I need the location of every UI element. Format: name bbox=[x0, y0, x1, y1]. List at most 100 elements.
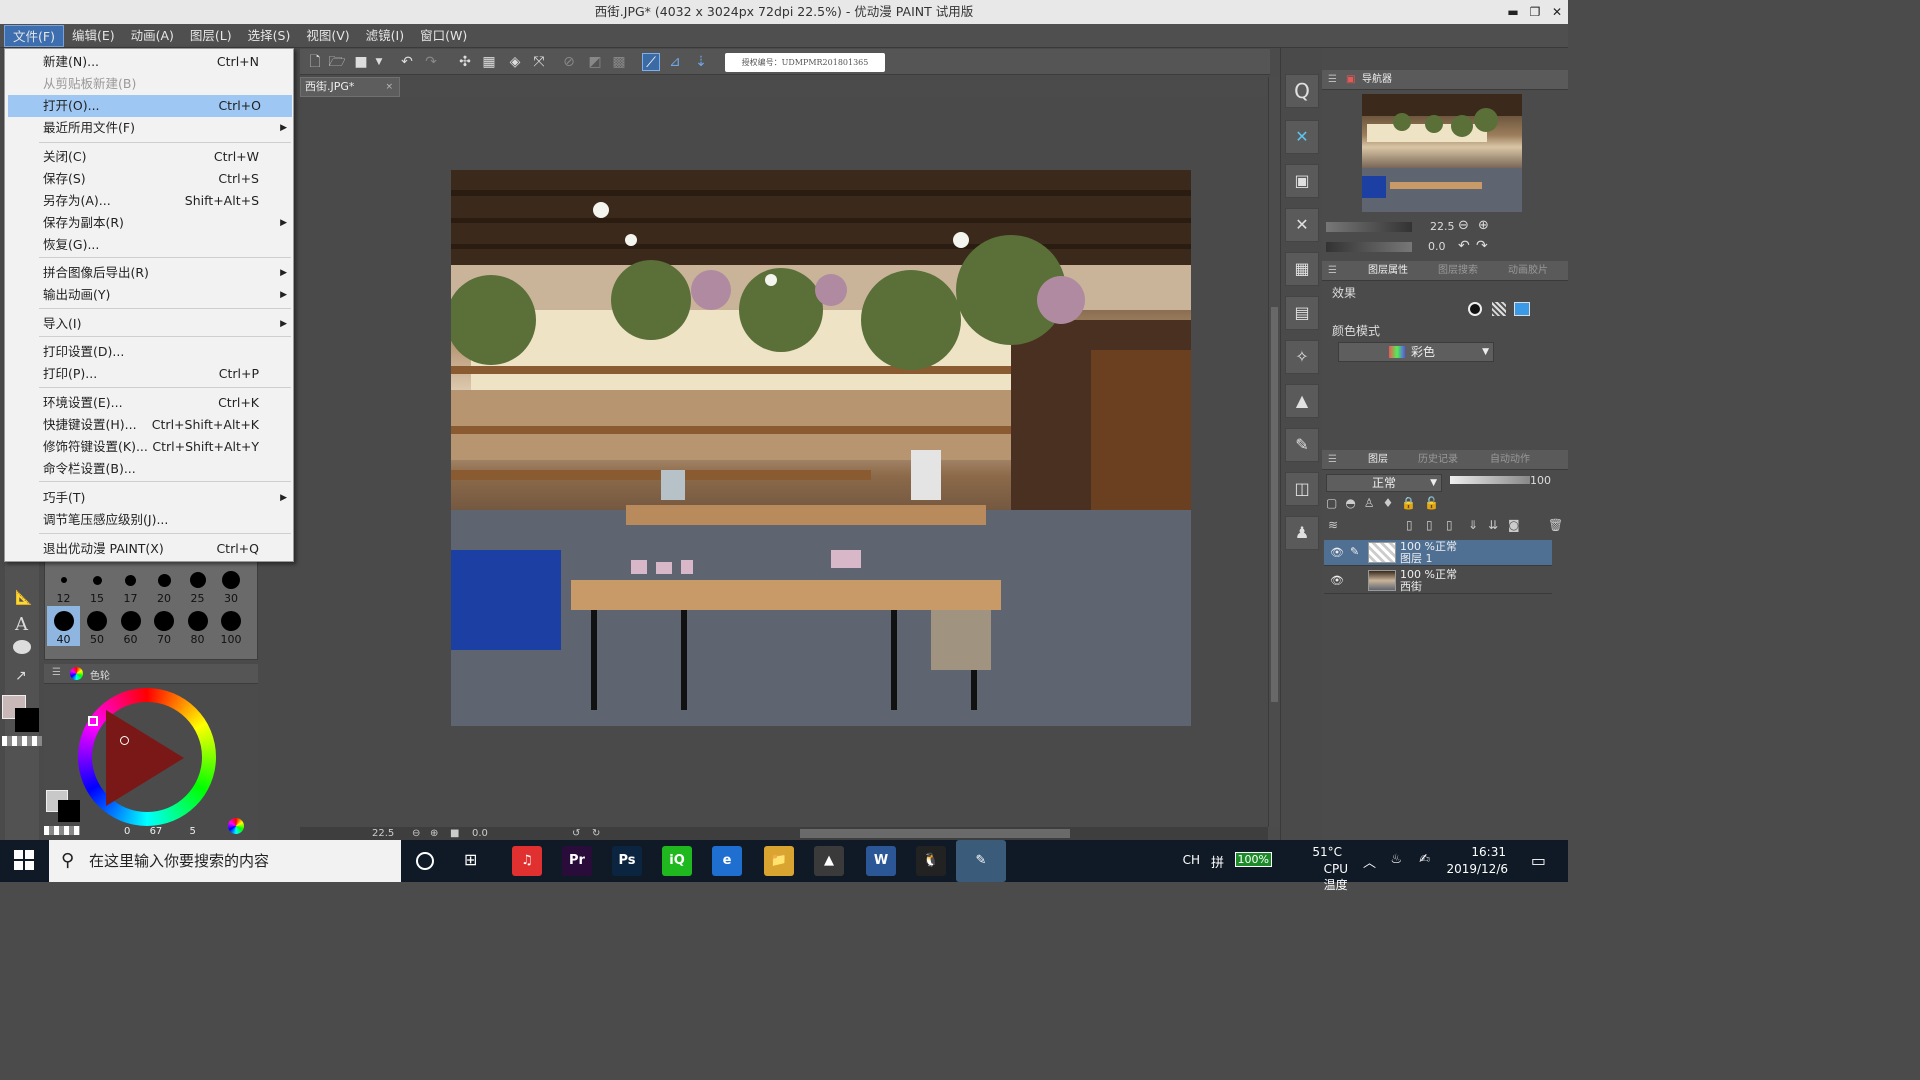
auto-action-tab[interactable]: 自动动作 bbox=[1490, 450, 1530, 470]
undo-icon[interactable]: ↶ bbox=[398, 53, 416, 71]
file-menu-item[interactable]: 命令栏设置(B)... bbox=[5, 458, 293, 480]
transparent-color-swatch[interactable] bbox=[2, 736, 42, 746]
material-icon-4[interactable]: ▤ bbox=[1285, 296, 1319, 330]
panel-menu-icon[interactable]: ☰ bbox=[1328, 70, 1337, 90]
material-icon-2[interactable]: ✕ bbox=[1285, 208, 1319, 242]
animation-cels-tab[interactable]: 动画胶片 bbox=[1508, 261, 1548, 281]
vertical-scroll-thumb[interactable] bbox=[1271, 307, 1278, 702]
eye-icon[interactable]: 👁 bbox=[1330, 546, 1344, 559]
layer-row[interactable]: 👁 100 %正常 西街 bbox=[1324, 568, 1552, 594]
material-icon-8[interactable]: ◫ bbox=[1285, 472, 1319, 506]
file-menu-item[interactable]: 打开(O)... Ctrl+O bbox=[8, 95, 292, 117]
document-tab[interactable]: 西街.JPG* × bbox=[300, 77, 400, 97]
file-menu-item[interactable]: 关闭(C) Ctrl+W bbox=[5, 146, 293, 168]
word-icon[interactable]: W bbox=[866, 846, 896, 876]
file-menu-item[interactable]: 退出优动漫 PAINT(X) Ctrl+Q bbox=[5, 538, 293, 560]
history-tab[interactable]: 历史记录 bbox=[1418, 450, 1458, 470]
navigator-tab[interactable]: 导航器 bbox=[1362, 70, 1392, 90]
file-menu-item[interactable]: 导入(I) ▶ bbox=[5, 313, 293, 335]
transform-icon[interactable]: ◈ bbox=[506, 53, 524, 71]
premiere-icon[interactable]: Pr bbox=[562, 846, 592, 876]
transparent-mini-swatch[interactable] bbox=[44, 826, 80, 835]
brush-size-preset[interactable]: 40 bbox=[47, 606, 80, 646]
blend-mode-select[interactable]: 正常 ▼ bbox=[1326, 474, 1442, 492]
brush-size-preset[interactable]: 30 bbox=[215, 565, 248, 605]
transfer-down-icon[interactable]: ⇓ bbox=[1468, 518, 1478, 532]
brush-size-preset[interactable]: 100 bbox=[215, 606, 248, 646]
menu-window[interactable]: 窗口(W) bbox=[412, 25, 475, 47]
maximize-button[interactable]: ❐ bbox=[1524, 1, 1546, 23]
show-selection-icon[interactable]: ▩ bbox=[610, 53, 628, 71]
layer-property-tab[interactable]: 图层属性 bbox=[1368, 261, 1408, 281]
menu-view[interactable]: 视图(V) bbox=[298, 25, 357, 47]
file-menu-item[interactable]: 保存(S) Ctrl+S bbox=[5, 168, 293, 190]
brush-size-preset[interactable]: 70 bbox=[148, 606, 181, 646]
qq-icon[interactable]: 🐧 bbox=[916, 846, 946, 876]
brush-size-preset[interactable]: 17 bbox=[114, 565, 147, 605]
file-menu-item[interactable]: 输出动画(Y) ▶ bbox=[5, 284, 293, 306]
canvas-image[interactable] bbox=[451, 170, 1191, 726]
color-mode-select[interactable]: 彩色 ▼ bbox=[1338, 342, 1494, 362]
snap-ruler-icon[interactable]: ⟋ bbox=[642, 53, 660, 71]
material-icon-7[interactable]: ✎ bbox=[1285, 428, 1319, 462]
tone-effect-icon[interactable] bbox=[1492, 302, 1506, 316]
start-button[interactable] bbox=[14, 850, 34, 870]
brush-size-preset[interactable]: 12 bbox=[47, 565, 80, 605]
material-icon-9[interactable]: ♟ bbox=[1285, 516, 1319, 550]
navigator-zoom-slider[interactable] bbox=[1326, 222, 1412, 232]
panel-menu-icon[interactable]: ☰ bbox=[52, 667, 61, 678]
new-vector-layer-icon[interactable]: ▯ bbox=[1426, 518, 1433, 532]
opacity-value[interactable]: 100 bbox=[1530, 474, 1551, 487]
menu-animation[interactable]: 动画(A) bbox=[123, 25, 182, 47]
eye-icon[interactable]: 👁 bbox=[1330, 574, 1344, 587]
canvas-vertical-scrollbar[interactable] bbox=[1268, 77, 1280, 827]
clock-date[interactable]: 2019/12/6 bbox=[1446, 862, 1508, 876]
fill-icon[interactable]: ▦ bbox=[480, 53, 498, 71]
panel-menu-icon[interactable]: ☰ bbox=[1328, 450, 1337, 470]
brush-size-preset[interactable]: 80 bbox=[181, 606, 214, 646]
mask-icon[interactable]: ◙ bbox=[1508, 518, 1520, 532]
deselect-icon[interactable]: ⊘ bbox=[560, 53, 578, 71]
chevron-up-icon[interactable]: ︿ bbox=[1363, 852, 1376, 871]
rotate-right-icon[interactable]: ↻ bbox=[592, 827, 600, 841]
menu-edit[interactable]: 编辑(E) bbox=[64, 25, 123, 47]
photoshop-icon[interactable]: Ps bbox=[612, 846, 642, 876]
layer-settings-icon[interactable]: ≋ bbox=[1328, 518, 1338, 532]
sub-color-mini-swatch[interactable] bbox=[58, 800, 80, 822]
layer-tab[interactable]: 图层 bbox=[1368, 450, 1388, 470]
file-menu-item[interactable]: 保存为副本(R) ▶ bbox=[5, 212, 293, 234]
rotation-value[interactable]: 0.0 bbox=[472, 827, 488, 841]
navigator-zoom-in-icon[interactable]: ⊕ bbox=[1478, 218, 1489, 233]
ime-indicator[interactable]: CH bbox=[1183, 853, 1200, 867]
clock-time[interactable]: 16:31 bbox=[1471, 845, 1506, 859]
color-triangle[interactable] bbox=[106, 710, 184, 806]
file-menu-item[interactable]: 调节笔压感应级别(J)... bbox=[5, 509, 293, 531]
color-picker-marker[interactable] bbox=[120, 736, 129, 745]
netease-music-icon[interactable]: ♫ bbox=[512, 846, 542, 876]
material-icon-3[interactable]: ▦ bbox=[1285, 252, 1319, 286]
task-view-icon[interactable]: ⊞ bbox=[464, 850, 477, 869]
navigator-preview[interactable] bbox=[1362, 94, 1522, 212]
fit-icon[interactable]: ■ bbox=[450, 827, 459, 841]
file-menu-item[interactable]: 恢复(G)... bbox=[5, 234, 293, 256]
file-menu-item[interactable]: 快捷键设置(H)... Ctrl+Shift+Alt+K bbox=[5, 414, 293, 436]
ruler-tool-icon[interactable]: 📐 bbox=[15, 590, 32, 606]
border-effect-icon[interactable] bbox=[1468, 302, 1482, 316]
text-tool-icon[interactable]: A bbox=[15, 614, 28, 635]
cortana-icon[interactable] bbox=[416, 852, 434, 870]
taskbar-search-box[interactable]: ⚲ 在这里输入你要搜索的内容 bbox=[49, 840, 401, 882]
file-menu-item[interactable]: 打印(P)... Ctrl+P bbox=[5, 363, 293, 385]
new-folder-icon[interactable]: ▯ bbox=[1446, 518, 1453, 532]
sub-tool-icon[interactable]: ✕ bbox=[1285, 120, 1319, 154]
opacity-slider[interactable] bbox=[1450, 476, 1530, 484]
battery-indicator[interactable]: 100% bbox=[1234, 852, 1272, 867]
file-menu-item[interactable]: 拼合图像后导出(R) ▶ bbox=[5, 262, 293, 284]
material-icon-5[interactable]: ✧ bbox=[1285, 340, 1319, 374]
paint-app-icon[interactable]: ✎ bbox=[956, 840, 1006, 882]
iqiyi-icon[interactable]: iQ bbox=[662, 846, 692, 876]
navigator-rotate-right-icon[interactable]: ↷ bbox=[1476, 238, 1488, 254]
brush-size-preset[interactable]: 20 bbox=[148, 565, 181, 605]
new-file-icon[interactable]: 🗋 bbox=[306, 53, 324, 71]
navigator-rotation-slider[interactable] bbox=[1326, 242, 1412, 252]
redo-icon[interactable]: ↷ bbox=[422, 53, 440, 71]
